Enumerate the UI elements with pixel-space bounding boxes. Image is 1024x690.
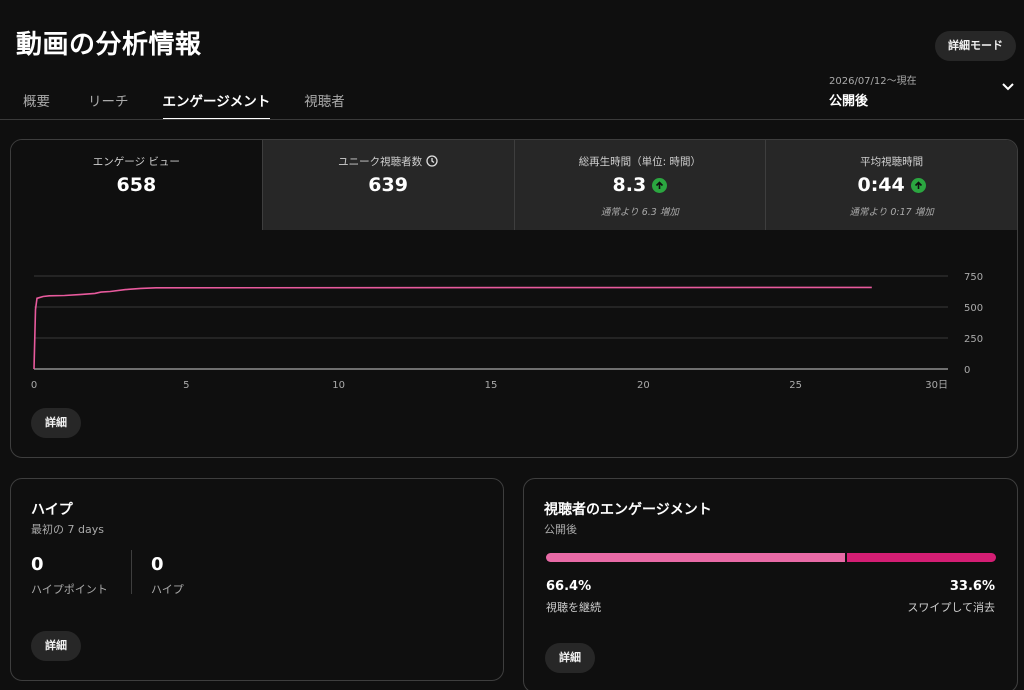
y-tick-label: 0: [964, 365, 970, 376]
hype-points-value: 0: [31, 554, 44, 575]
x-tick-label: 30日: [925, 380, 948, 391]
hype-count-stat: 0 ハイプ: [151, 554, 184, 597]
audience-engagement-subtitle: 公開後: [544, 523, 577, 536]
series-line: [33, 286, 872, 370]
metric-label: 平均視聴時間: [860, 155, 924, 168]
y-tick-label: 500: [964, 303, 983, 314]
swiped-segment: [846, 553, 996, 562]
continued-percent: 66.4%: [546, 579, 592, 594]
x-tick-label: 25: [789, 380, 802, 391]
engagement-split-bar: [546, 553, 996, 562]
hype-count-value: 0: [151, 554, 164, 575]
tab-bar: 概要 リーチ エンゲージメント 視聴者: [0, 78, 345, 120]
metric-label: エンゲージ ビュー: [92, 155, 180, 168]
metric-note: 通常より 0:17 増加: [849, 207, 934, 218]
metric-watch-time[interactable]: 総再生時間（単位: 時間） 8.3 通常より 6.3 増加: [513, 140, 766, 230]
swiped-percent: 33.6%: [949, 579, 995, 594]
tab-overview[interactable]: 概要: [23, 78, 50, 120]
x-tick-label: 15: [485, 380, 498, 391]
swiped-label: スワイプして消去: [907, 601, 995, 614]
metric-unique-viewers[interactable]: ユニーク視聴者数 639: [261, 140, 514, 230]
arrow-up-icon: [910, 177, 926, 193]
date-range-selector[interactable]: 2026/07/12～現在 公開後: [829, 72, 1019, 109]
y-tick-label: 750: [964, 272, 983, 283]
hype-count-label: ハイプ: [151, 583, 184, 596]
date-range-label: 公開後: [829, 94, 869, 109]
main-detail-button[interactable]: 詳細: [31, 408, 81, 438]
y-tick-label: 250: [964, 334, 983, 345]
header-divider: [0, 119, 1024, 120]
metric-value: 658: [116, 174, 157, 196]
x-tick-label: 10: [332, 380, 345, 391]
metric-note: 通常より 6.3 増加: [600, 207, 679, 218]
clock-icon: [426, 155, 438, 167]
detail-mode-button[interactable]: 詳細モード: [935, 31, 1016, 61]
continued-segment: [546, 553, 845, 562]
x-tick-label: 5: [183, 380, 189, 391]
page-title: 動画の分析情報: [16, 30, 202, 60]
hype-subtitle: 最初の 7 days: [31, 523, 104, 536]
audience-engagement-card: 視聴者のエンゲージメント 公開後 66.4% 視聴を継続 33.6% スワイプし…: [523, 478, 1018, 690]
metric-value: 0:44: [857, 174, 905, 196]
metric-value: 639: [368, 174, 408, 196]
hype-divider: [131, 550, 132, 594]
metric-engaged-views[interactable]: エンゲージ ビュー 658: [11, 140, 262, 230]
x-tick-label: 0: [31, 380, 37, 391]
hype-title: ハイプ: [31, 502, 73, 518]
hype-points-stat: 0 ハイプポイント: [31, 554, 108, 597]
metric-tabs: エンゲージ ビュー 658 ユニーク視聴者数 639 総再生時間（単位: 時間）…: [11, 140, 1017, 230]
arrow-up-icon: [652, 177, 668, 193]
audience-engagement-title: 視聴者のエンゲージメント: [544, 502, 712, 518]
engagement-line-chart: 0 250 500 750 0 5 10 15 20 25 30日: [31, 272, 983, 391]
hype-points-label: ハイプポイント: [31, 583, 108, 596]
hype-detail-button[interactable]: 詳細: [31, 631, 81, 661]
tab-reach[interactable]: リーチ: [88, 78, 129, 120]
metric-avg-view-duration[interactable]: 平均視聴時間 0:44 通常より 0:17 増加: [765, 140, 1017, 230]
metric-value: 8.3: [612, 174, 647, 196]
audience-engagement-detail-button[interactable]: 詳細: [545, 643, 595, 673]
continued-label: 視聴を継続: [546, 601, 601, 614]
metric-label: 総再生時間（単位: 時間）: [578, 155, 702, 168]
hype-card: ハイプ 最初の 7 days 0 ハイプポイント 0 ハイプ 詳細: [10, 478, 504, 681]
chevron-down-icon: [1002, 83, 1014, 91]
x-tick-label: 20: [637, 380, 650, 391]
date-range-text: 2026/07/12～現在: [829, 76, 917, 87]
tab-engagement[interactable]: エンゲージメント: [162, 78, 270, 120]
engagement-card: エンゲージ ビュー 658 ユニーク視聴者数 639 総再生時間（単位: 時間）…: [10, 139, 1018, 458]
metric-label: ユニーク視聴者数: [338, 155, 423, 168]
tab-audience[interactable]: 視聴者: [304, 78, 345, 120]
